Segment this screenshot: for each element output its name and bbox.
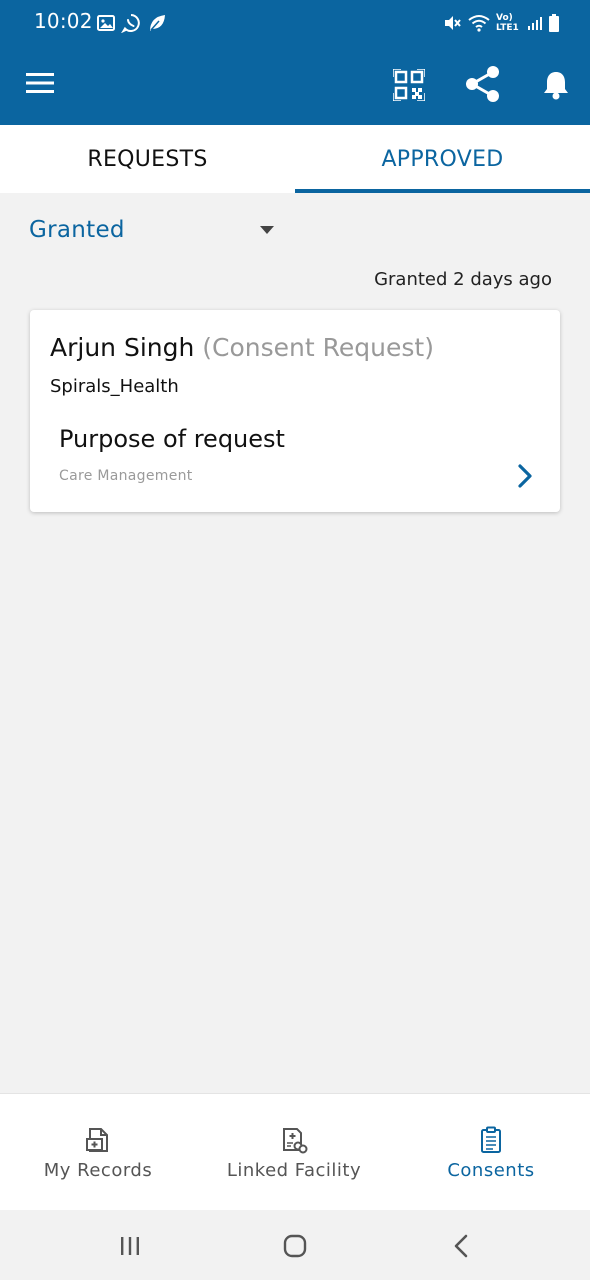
- menu-icon[interactable]: [26, 72, 54, 94]
- active-tab-indicator: [295, 189, 590, 193]
- nav-consents-label: Consents: [447, 1160, 535, 1181]
- bell-icon[interactable]: [543, 70, 569, 100]
- status-notification-icons: [97, 12, 167, 34]
- bottom-navigation: My Records Linked Facility Consents: [0, 1093, 590, 1210]
- qr-code-icon[interactable]: [393, 69, 425, 101]
- mute-icon: [445, 16, 461, 30]
- leaf-icon: [150, 15, 165, 31]
- consent-card-title: Arjun Singh (Consent Request): [50, 333, 434, 362]
- status-filter-value: Granted: [29, 217, 125, 243]
- status-bar: 10:02 Vo) LTE1: [0, 0, 590, 44]
- status-system-icons: Vo) LTE1: [442, 12, 560, 34]
- linked-facility-icon: [283, 1128, 308, 1154]
- purpose-label: Purpose of request: [59, 425, 285, 453]
- consent-card[interactable]: Arjun Singh (Consent Request) Spirals_He…: [30, 310, 560, 512]
- whatsapp-icon: [121, 14, 140, 33]
- records-icon: [86, 1128, 108, 1152]
- wifi-icon: [468, 15, 490, 32]
- chevron-right-icon[interactable]: [518, 464, 532, 488]
- tab-bar: REQUESTS APPROVED: [0, 125, 590, 193]
- nav-my-records-label: My Records: [43, 1160, 153, 1181]
- tab-requests[interactable]: REQUESTS: [0, 125, 295, 193]
- network-type-label: Vo) LTE1: [496, 13, 519, 33]
- requester-organization: Spirals_Health: [50, 376, 179, 397]
- battery-icon: [549, 14, 559, 32]
- consents-icon: [481, 1126, 501, 1153]
- nav-consents[interactable]: Consents: [393, 1094, 589, 1211]
- caret-down-icon: [260, 226, 274, 234]
- requester-name: Arjun Singh: [50, 333, 195, 362]
- nav-linked-facility-label: Linked Facility: [226, 1160, 362, 1181]
- signal-icon: [528, 17, 542, 30]
- gallery-icon: [97, 15, 115, 31]
- nav-linked-facility[interactable]: Linked Facility: [196, 1094, 392, 1211]
- purpose-value: Care Management: [59, 468, 193, 484]
- home-button[interactable]: [283, 1234, 307, 1258]
- recents-button[interactable]: [119, 1236, 141, 1256]
- share-icon[interactable]: [464, 65, 502, 103]
- tab-approved[interactable]: APPROVED: [295, 125, 590, 193]
- nav-my-records[interactable]: My Records: [0, 1094, 196, 1211]
- request-type: (Consent Request): [202, 333, 434, 362]
- status-filter-dropdown[interactable]: Granted: [29, 210, 274, 250]
- granted-time-label: Granted 2 days ago: [374, 269, 552, 290]
- back-button[interactable]: [453, 1234, 469, 1258]
- system-navigation-bar: [0, 1210, 590, 1280]
- app-bar: [0, 44, 590, 125]
- status-time: 10:02: [34, 9, 93, 33]
